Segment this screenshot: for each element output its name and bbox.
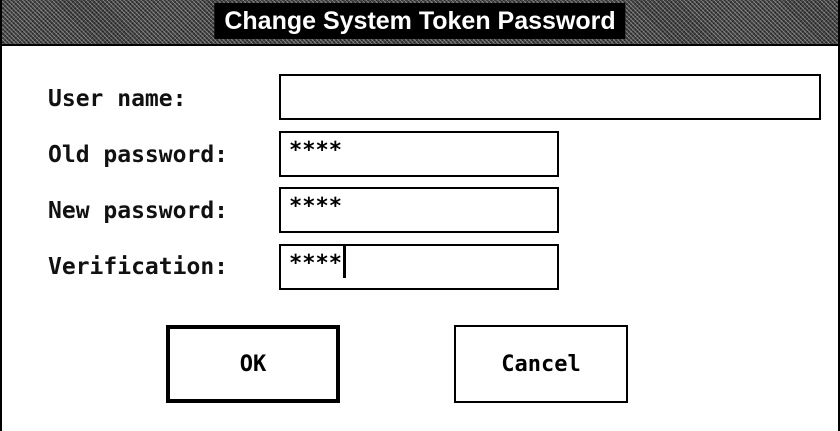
cancel-button-label: Cancel [501, 351, 581, 377]
verification-field[interactable]: **** [279, 244, 559, 290]
user-name-label: User name: [48, 86, 187, 112]
verification-value: **** [289, 251, 342, 276]
ok-button-label: OK [239, 351, 267, 377]
new-password-value: **** [289, 194, 342, 219]
new-password-field[interactable]: **** [279, 187, 559, 233]
old-password-value: **** [289, 138, 342, 163]
text-cursor [342, 246, 346, 278]
change-password-dialog: Change System Token Password User name: … [0, 0, 840, 431]
ok-button[interactable]: OK [166, 325, 340, 403]
title-bar[interactable]: Change System Token Password [2, 0, 838, 46]
dialog-title: Change System Token Password [214, 3, 626, 39]
user-name-field[interactable] [279, 74, 821, 120]
old-password-label: Old password: [48, 142, 229, 168]
new-password-label: New password: [48, 198, 229, 224]
old-password-field[interactable]: **** [279, 131, 559, 177]
verification-label: Verification: [48, 254, 229, 280]
cancel-button[interactable]: Cancel [454, 325, 628, 403]
